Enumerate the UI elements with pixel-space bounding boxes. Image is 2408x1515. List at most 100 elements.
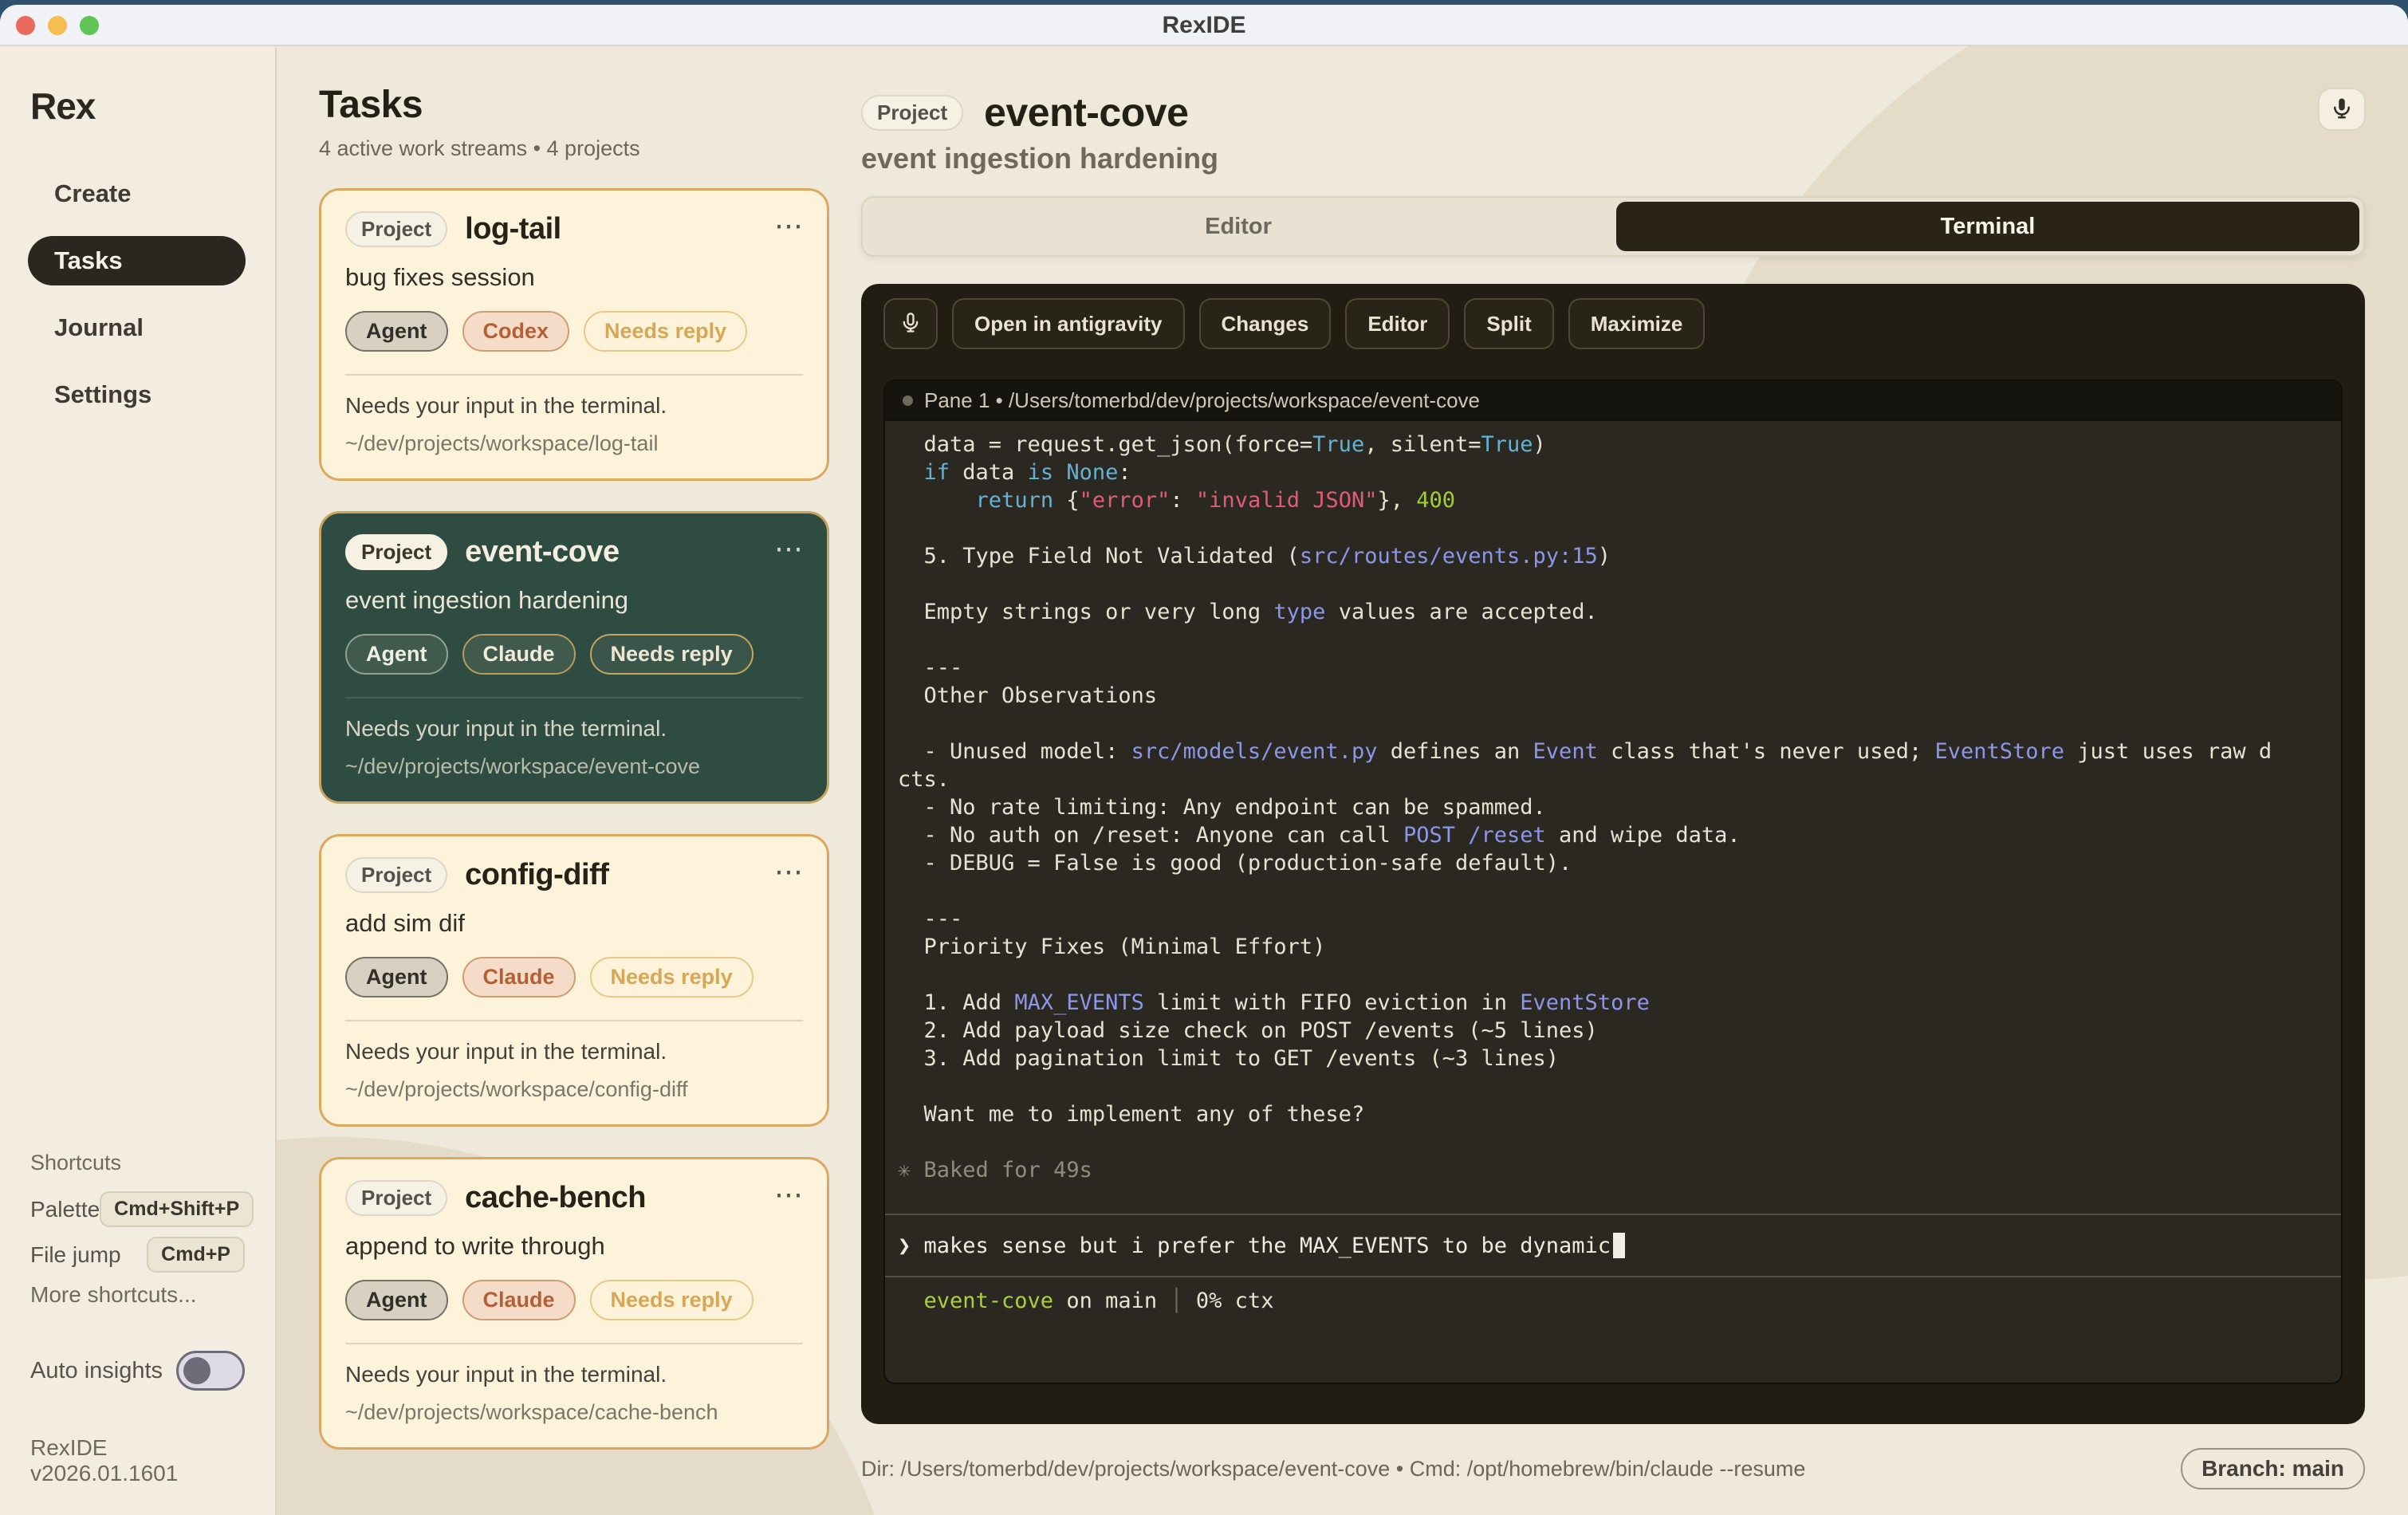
card-menu-icon[interactable]: ⋯ [774,857,805,886]
sidebar-item-settings[interactable]: Settings [28,370,246,419]
tasks-panel-title: Tasks [319,83,829,127]
main-footer: Dir: /Users/tomerbd/dev/projects/workspa… [861,1448,2365,1489]
microphone-icon [899,312,922,336]
task-card-path: ~/dev/projects/workspace/cache-bench [345,1400,803,1425]
toggle-knob [183,1357,211,1384]
pane-status-dot [903,395,913,406]
page-title: event-cove [984,89,1188,136]
tag-needs-reply: Needs reply [584,311,747,352]
task-card[interactable]: Project event-cove ⋯ event ingestion har… [319,511,829,804]
sidebar-item-create[interactable]: Create [28,169,246,218]
auto-insights-toggle[interactable] [176,1351,245,1391]
shortcut-row-file-jump: File jump Cmd+P [30,1237,245,1273]
task-card-tags: Agent Claude Needs reply [345,634,803,675]
tag-claude: Claude [462,1280,576,1320]
tag-codex: Codex [462,311,570,352]
toolbar-button-changes[interactable]: Changes [1199,298,1332,349]
app-version: RexIDE v2026.01.1601 [30,1435,245,1486]
divider [345,697,803,698]
divider [345,1343,803,1344]
toolbar-button-editor[interactable]: Editor [1345,298,1450,349]
sidebar-item-tasks[interactable]: Tasks [28,236,246,285]
prompt-chevron-icon: ❯ [898,1234,911,1258]
shortcut-row-palette: Palette Cmd+Shift+P [30,1191,245,1227]
task-card-status: Needs your input in the terminal. [345,716,803,742]
task-card-status: Needs your input in the terminal. [345,393,803,419]
tag-agent: Agent [345,1280,448,1320]
project-badge: Project [345,534,447,570]
branch-badge: Branch: main [2181,1448,2365,1489]
main-header: Project event-cove [861,89,2408,136]
shortcut-keys: Cmd+P [147,1237,245,1273]
terminal-pane[interactable]: Pane 1 • /Users/tomerbd/dev/projects/wor… [883,380,2343,1384]
tag-claude: Claude [462,957,576,998]
task-card-header: Project config-diff [345,857,803,893]
shortcut-keys: Cmd+Shift+P [100,1191,254,1227]
app-brand: Rex [30,85,275,128]
task-card-subtitle: event ingestion hardening [345,586,803,615]
card-menu-icon[interactable]: ⋯ [774,211,805,240]
task-card-subtitle: append to write through [345,1232,803,1261]
task-card[interactable]: Project config-diff ⋯ add sim dif Agent C… [319,834,829,1127]
sidebar-nav: Create Tasks Journal Settings [0,169,275,419]
task-card-tags: Agent Claude Needs reply [345,1280,803,1320]
task-card[interactable]: Project log-tail ⋯ bug fixes session Age… [319,188,829,481]
tag-needs-reply: Needs reply [590,957,753,998]
tag-needs-reply: Needs reply [590,634,753,675]
toolbar-button-split[interactable]: Split [1464,298,1553,349]
project-badge: Project [345,857,447,893]
tag-agent: Agent [345,957,448,998]
divider [345,1020,803,1021]
project-badge: Project [861,95,963,131]
window-title: RexIDE [0,5,2408,46]
toolbar-button-open-in-antigravity[interactable]: Open in antigravity [952,298,1185,349]
tag-agent: Agent [345,634,448,675]
session-info: Dir: /Users/tomerbd/dev/projects/workspa… [861,1457,1805,1482]
tag-needs-reply: Needs reply [590,1280,753,1320]
shortcuts-heading: Shortcuts [30,1151,245,1175]
terminal-microphone-button[interactable] [883,298,938,349]
task-card-tags: Agent Claude Needs reply [345,957,803,998]
task-card-subtitle: add sim dif [345,909,803,938]
tasks-panel: Tasks 4 active work streams • 4 projects… [277,48,861,1515]
divider [345,374,803,376]
task-card-header: Project log-tail [345,211,803,247]
terminal-toolbar: Open in antigravity Changes Editor Split Max… [883,298,2343,349]
task-card-subtitle: bug fixes session [345,263,803,292]
tab-terminal[interactable]: Terminal [1616,202,2359,251]
titlebar: RexIDE [0,5,2408,46]
microphone-icon [2330,96,2354,123]
tag-claude: Claude [462,634,576,675]
more-shortcuts-link[interactable]: More shortcuts... [30,1282,245,1308]
microphone-button[interactable] [2318,88,2366,131]
card-menu-icon[interactable]: ⋯ [774,1180,805,1209]
terminal-output: data = request.get_json(force=True, sile… [885,421,2341,1214]
pane-title: Pane 1 • /Users/tomerbd/dev/projects/wor… [924,388,1480,413]
card-menu-icon[interactable]: ⋯ [774,534,805,563]
task-card-title: cache-bench [465,1181,646,1215]
task-card-path: ~/dev/projects/workspace/event-cove [345,754,803,779]
task-card-status: Needs your input in the terminal. [345,1362,803,1387]
auto-insights-label: Auto insights [30,1358,163,1384]
task-card[interactable]: Project cache-bench ⋯ append to write th… [319,1157,829,1450]
project-badge: Project [345,211,447,247]
toolbar-button-maximize[interactable]: Maximize [1568,298,1706,349]
app-window: RexIDE Rex Create Tasks Journal Settings Sh… [0,5,2408,1515]
terminal-cursor [1613,1233,1625,1258]
main-panel: Project event-cove event ingestion harde… [861,48,2408,1515]
tasks-panel-subtitle: 4 active work streams • 4 projects [319,136,829,161]
shortcut-label: File jump [30,1242,121,1268]
tag-agent: Agent [345,311,448,352]
page-subtitle: event ingestion hardening [861,142,2408,175]
shortcut-label: Palette [30,1197,100,1222]
tab-editor[interactable]: Editor [867,202,1610,251]
terminal-input-text: makes sense but i prefer the MAX_EVENTS … [911,1234,1611,1258]
task-card-status: Needs your input in the terminal. [345,1039,803,1064]
view-tabs: EditorTerminal [861,196,2365,257]
task-card-path: ~/dev/projects/workspace/log-tail [345,431,803,456]
terminal-status-line: event-cove on main │ 0% ctx [885,1277,2341,1313]
terminal-input-line[interactable]: ❯ makes sense but i prefer the MAX_EVENT… [885,1215,2341,1276]
sidebar-item-journal[interactable]: Journal [28,303,246,352]
task-card-tags: Agent Codex Needs reply [345,311,803,352]
task-card-title: config-diff [465,858,608,892]
